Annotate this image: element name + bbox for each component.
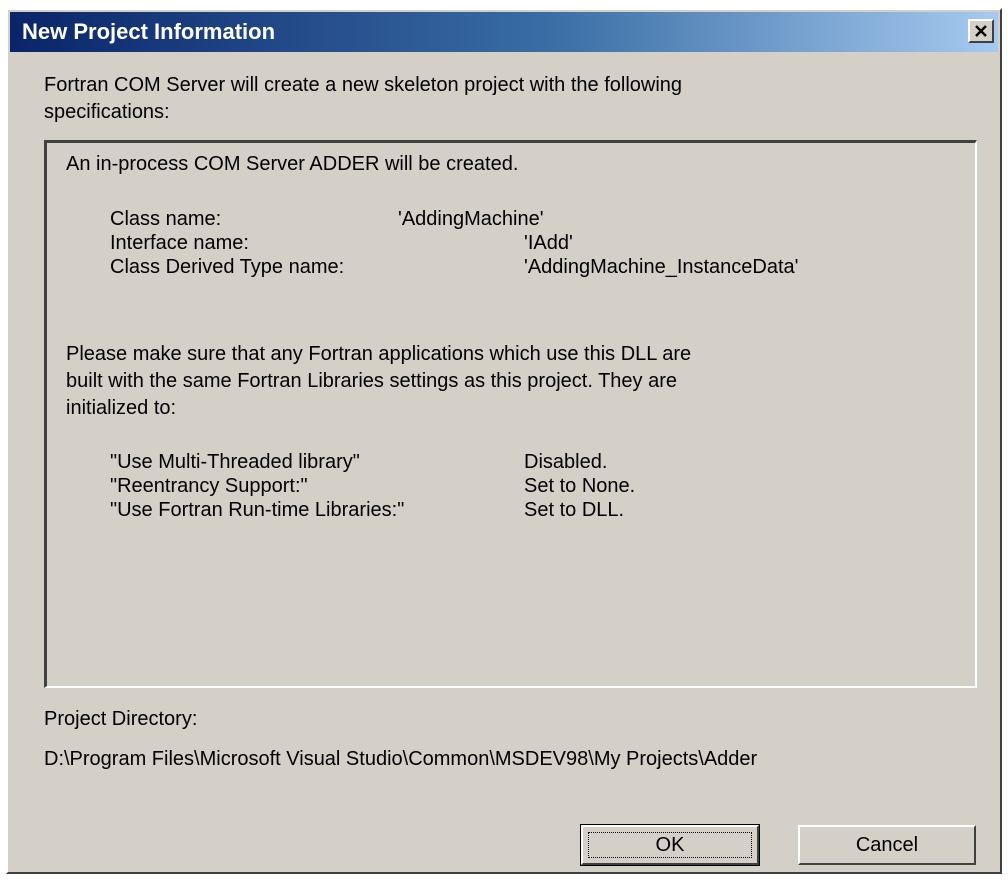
new-project-dialog: New Project Information Fortran COM Serv… [6,8,1002,874]
setting-value: Set to DLL. [524,499,625,521]
notice-line-1: Please make sure that any Fortran applic… [66,343,692,365]
setting-value: Set to None. [524,475,636,497]
notice-line-2: built with the same Fortran Libraries se… [66,370,678,392]
specifications-box[interactable]: An in-process COM Server ADDER will be c… [44,140,977,688]
setting-name: "Use Fortran Run-time Libraries:" [110,499,405,521]
intro-line-1: Fortran COM Server will create a new ske… [44,74,683,96]
derived-type-value: 'AddingMachine_InstanceData' [524,256,799,278]
interface-name-label: Interface name: [110,232,249,254]
ok-button-label: OK [588,832,752,858]
interface-name-value: 'IAdd' [524,232,573,254]
setting-name: "Reentrancy Support:" [110,475,308,497]
derived-type-label: Class Derived Type name: [110,256,345,278]
close-button[interactable] [968,19,994,43]
intro-line-2: specifications: [44,101,170,123]
dialog-title: New Project Information [22,19,276,44]
class-name-label: Class name: [110,208,222,230]
spec-heading: An in-process COM Server ADDER will be c… [66,153,519,175]
class-name-value: 'AddingMachine' [398,208,544,230]
intro-text: Fortran COM Server will create a new ske… [44,72,944,126]
title-bar[interactable]: New Project Information [10,12,998,52]
notice-line-3: initialized to: [66,397,177,419]
project-directory-label: Project Directory: [44,708,198,730]
close-icon [975,25,987,37]
setting-name: "Use Multi-Threaded library" [110,451,360,473]
cancel-button[interactable]: Cancel [798,825,976,865]
project-directory-path: D:\Program Files\Microsoft Visual Studio… [44,748,758,770]
ok-button[interactable]: OK [580,824,760,866]
setting-value: Disabled. [524,451,608,473]
